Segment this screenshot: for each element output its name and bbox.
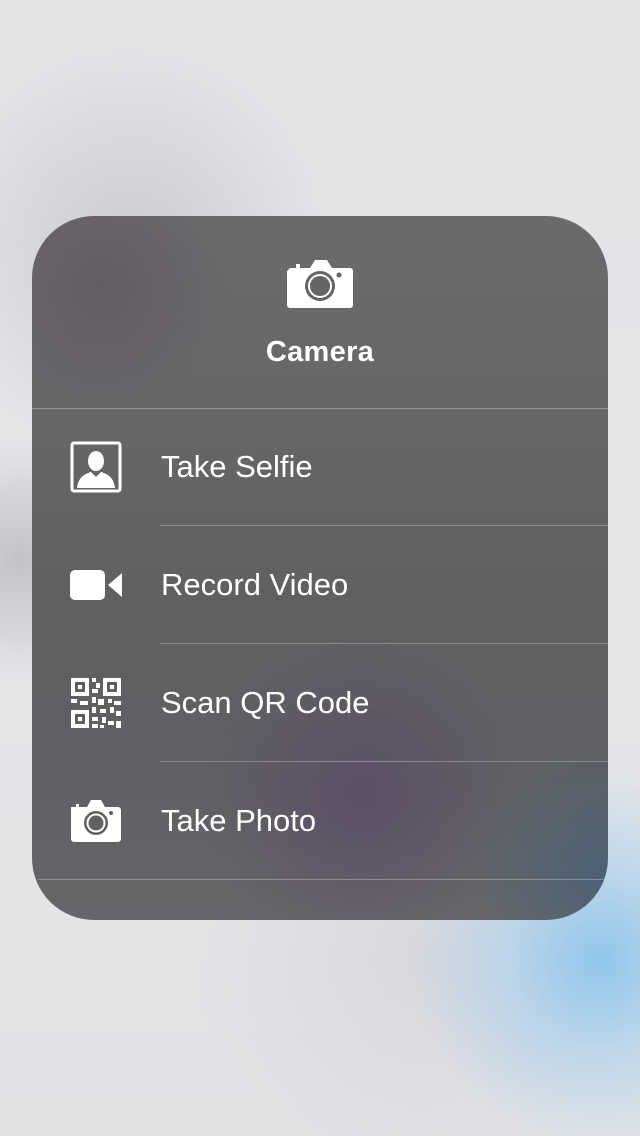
scan-qr-code-label: Scan QR Code: [161, 685, 370, 720]
divider: [160, 525, 608, 526]
card-title: Camera: [265, 336, 375, 368]
qr-code-icon: [71, 678, 121, 728]
take-selfie-label: Take Selfie: [161, 449, 313, 484]
camera-icon: [71, 800, 121, 842]
camera-icon: [287, 260, 353, 308]
scan-qr-code-item[interactable]: Scan QR Code: [32, 645, 608, 762]
record-video-item[interactable]: Record Video: [32, 527, 608, 644]
take-selfie-item[interactable]: Take Selfie: [32, 409, 608, 526]
card-header[interactable]: Camera: [32, 216, 608, 408]
divider: [160, 761, 608, 762]
take-photo-label: Take Photo: [161, 803, 317, 838]
quick-actions-card: Camera Take Selfie Record Video Scan QR …: [32, 216, 608, 920]
take-photo-item[interactable]: Take Photo: [32, 763, 608, 880]
divider: [160, 643, 608, 644]
divider: [38, 879, 608, 880]
record-video-label: Record Video: [161, 567, 349, 602]
selfie-portrait-icon: [70, 441, 122, 493]
video-camera-icon: [70, 570, 122, 600]
